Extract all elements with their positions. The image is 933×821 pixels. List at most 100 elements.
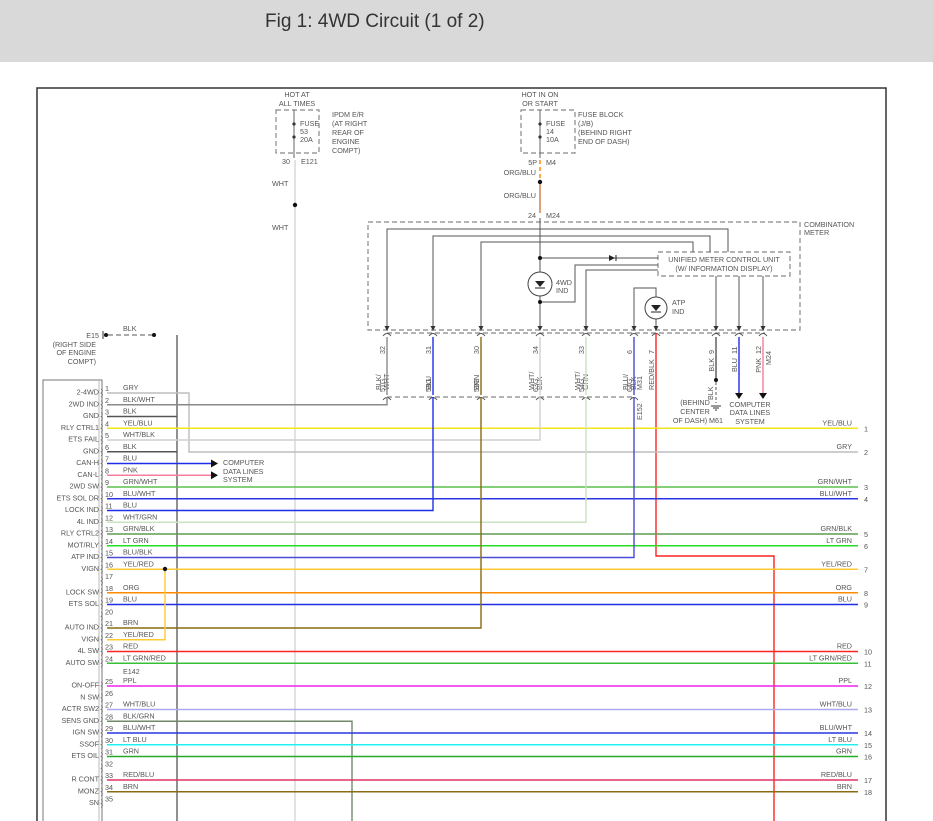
terminal-number: 10: [864, 648, 872, 657]
pin-number: 33: [105, 771, 113, 780]
wire-color-label: GRN: [123, 747, 139, 756]
wire-label: BLK: [123, 324, 137, 333]
terminal-wire-label: BLU: [838, 595, 852, 604]
pin-number: 23: [105, 643, 113, 652]
connector-id: M4: [546, 158, 556, 167]
pin-number: 27: [105, 701, 113, 710]
meter-wire-label: RED/BLK: [647, 359, 656, 390]
pin-number: 12: [105, 513, 113, 522]
terminal-wire-label: LT GRN/RED: [809, 653, 852, 662]
terminal-number: 7: [864, 565, 868, 574]
terminal-wire-label: GRN/BLK: [820, 524, 852, 533]
terminal-number: 18: [864, 788, 872, 797]
pin-number: 14: [105, 537, 113, 546]
pin-function-label: ACTR SW2: [62, 704, 99, 713]
pin-function-label: 2-4WD: [77, 388, 99, 397]
wire-color-label: RED: [123, 642, 138, 651]
terminal-number: 16: [864, 753, 872, 762]
pin-function-label: SENS GND: [61, 716, 99, 725]
hot-label: HOT IN ON: [521, 90, 558, 99]
terminal-wire-label: LT BLU: [828, 735, 852, 744]
ground-location: OF DASH): [673, 416, 707, 425]
wire-pin-12: [107, 397, 587, 523]
pin-number: 22: [105, 631, 113, 640]
location-label: IPDM E/R: [332, 110, 364, 119]
location-label: (AT RIGHT: [332, 119, 368, 128]
pin-function-label: GND: [83, 446, 99, 455]
location-label: (BEHIND RIGHT: [578, 128, 633, 137]
connector-terminal-icon: [382, 333, 392, 337]
wire-pin-5: [107, 397, 541, 441]
terminal-wire-label: RED/BLU: [821, 770, 852, 779]
meter-pin-number: 6: [625, 350, 634, 354]
wire-color-label: BLU: [123, 595, 137, 604]
terminal-number: 17: [864, 776, 872, 785]
terminal-number: 1: [864, 424, 868, 433]
terminal-wire-label: YEL/RED: [821, 559, 852, 568]
connector-cavity: 53G: [424, 378, 433, 392]
ground-location: OF ENGINE: [56, 348, 96, 357]
wire-color-label: PNK: [123, 465, 138, 474]
connector-cavity: 64G: [625, 378, 634, 392]
connector-id: M24: [764, 351, 773, 365]
pin-function-label: AUTO SW: [66, 658, 100, 667]
meter-wire-label: BLK: [707, 358, 716, 372]
pin-function-label: VIGN: [81, 564, 99, 573]
wire-color-label: BLK/GRN: [123, 711, 155, 720]
terminal-number: 8: [864, 589, 868, 598]
pin-number: 5: [105, 431, 109, 440]
meter-wire-label: PNK: [754, 358, 763, 373]
ground-location: CENTER: [680, 407, 710, 416]
pin-function-label: CAN-H: [76, 458, 99, 467]
pin-function-label: CAN-L: [77, 470, 99, 479]
arrow-icon: [759, 393, 767, 399]
pin-number: 20: [105, 607, 113, 616]
connector-id: E121: [301, 157, 318, 166]
wire-color-label: BLK: [123, 442, 137, 451]
pin-number: 4: [105, 419, 109, 428]
meter-pin-number: 11: [730, 347, 739, 354]
wire-color-label: LT GRN/RED: [123, 653, 166, 662]
meter-pin-number: 34: [531, 346, 540, 354]
pin-function-label: MONZ: [78, 786, 100, 795]
pin-number: 30: [282, 157, 290, 166]
wire-color-label: BLU: [123, 501, 137, 510]
terminal-wire-label: GRN: [836, 747, 852, 756]
wire-color-label: YEL/RED: [123, 559, 154, 568]
pin-number: 7: [105, 455, 109, 464]
pin-number: 11: [105, 502, 112, 511]
terminal-number: 4: [864, 495, 868, 504]
led-4wd-icon: [527, 271, 553, 297]
connector-id: M31: [635, 376, 644, 390]
connector-cavity: 52G: [472, 378, 481, 392]
terminal-wire-label: BLU/WHT: [820, 723, 853, 732]
terminal-number: 14: [864, 729, 872, 738]
wire-color-label: BLU/WHT: [123, 489, 156, 498]
location-label: ENGINE: [332, 137, 360, 146]
ipdm-fuse: HOT AT ALL TIMES FUSE 53 20A IPDM E/R (A…: [272, 90, 368, 821]
combination-meter: COMBINATION METER UNIFIED METER CONTROL …: [367, 218, 854, 426]
data-lines-label: SYSTEM: [735, 417, 765, 426]
connector-terminal-icon: [629, 333, 639, 337]
wire-color-label: BLU: [123, 454, 137, 463]
connector-terminal-icon: [711, 333, 721, 337]
connector-terminal-icon: [476, 333, 486, 337]
wire-color-label: BLK/WHT: [123, 395, 156, 404]
pin-number: 28: [105, 712, 113, 721]
data-lines-label: SYSTEM: [223, 475, 253, 484]
fuse-rating: 20A: [300, 135, 313, 144]
wire-label: ORG/BLU: [504, 191, 536, 200]
wire-label: WHT: [272, 179, 289, 188]
diagram-frame: [36, 87, 887, 821]
indicator-label: IND: [672, 307, 684, 316]
wire-label: ORG/BLU: [504, 168, 536, 177]
hot-label: HOT AT: [284, 90, 310, 99]
indicator-label: IND: [556, 286, 568, 295]
pin-number: 24: [528, 211, 536, 220]
arrow-icon: [211, 459, 218, 468]
location-label: END OF DASH): [578, 137, 630, 146]
pin-function-label: IGN SW: [73, 728, 100, 737]
terminal-number: 9: [864, 601, 868, 610]
pin-function-label: SSOF: [79, 739, 99, 748]
wire-color-label: BLU/WHT: [123, 723, 156, 732]
